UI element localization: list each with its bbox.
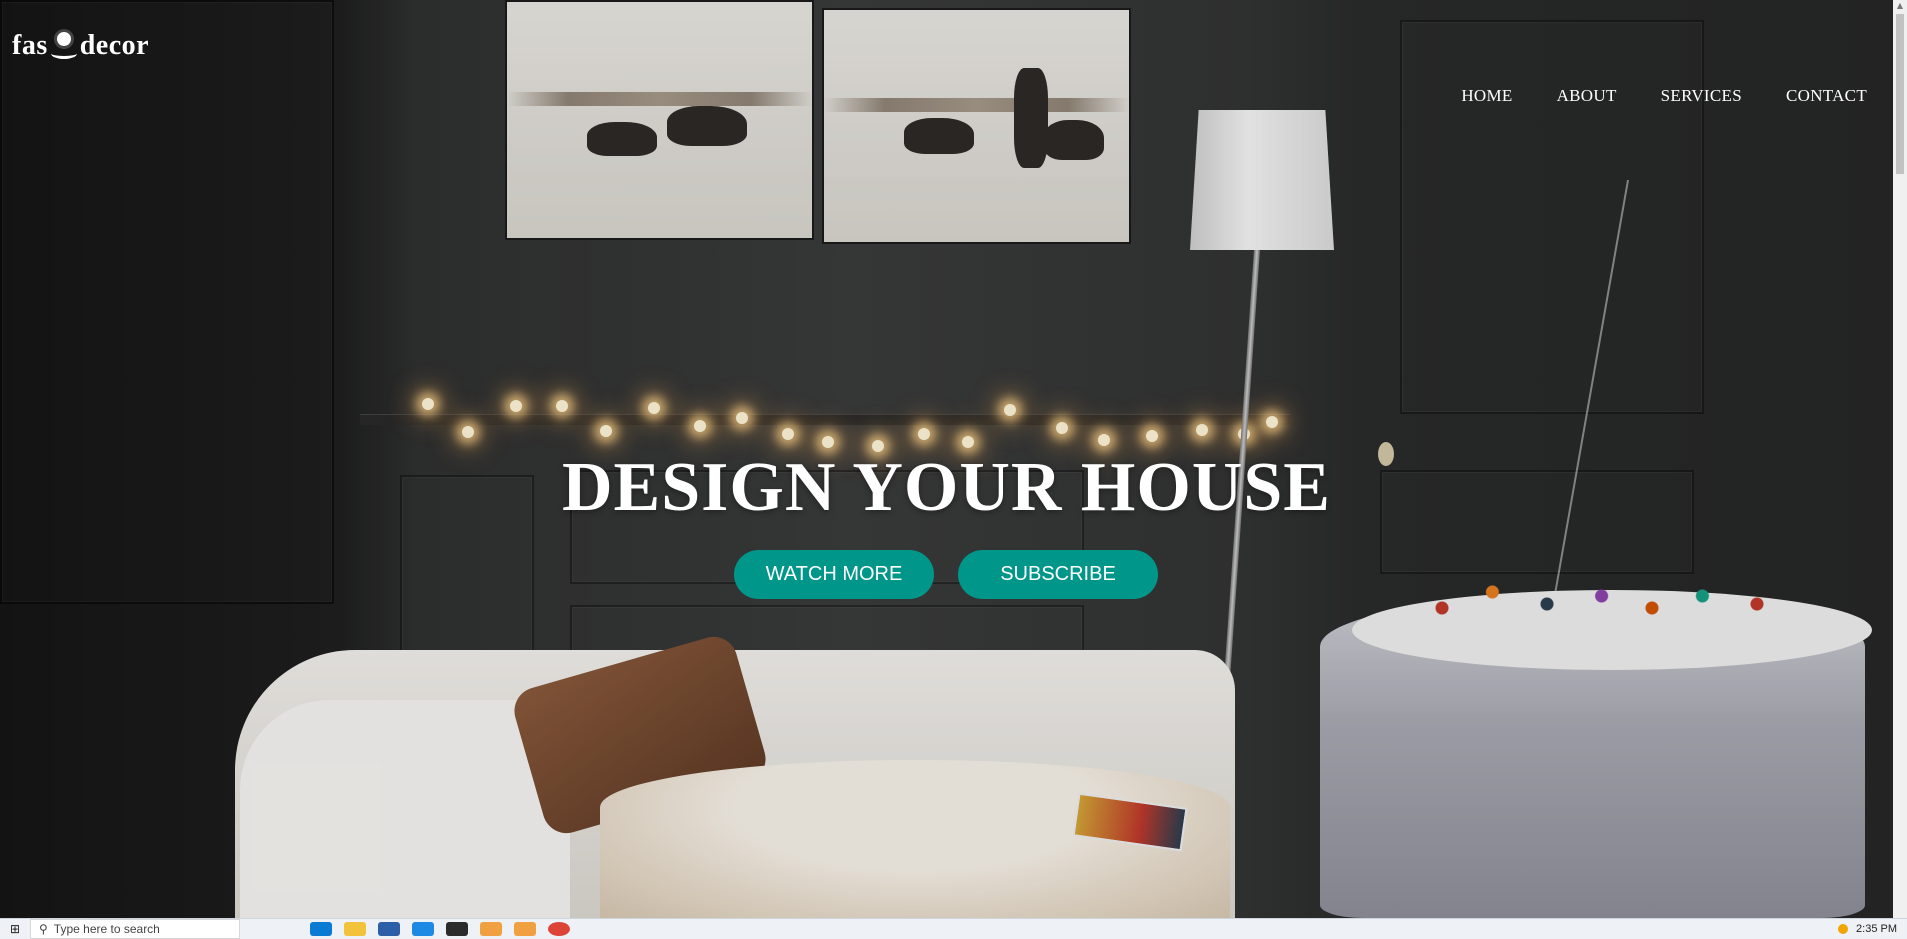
- search-icon: ⚲: [39, 922, 48, 936]
- nav-services[interactable]: SERVICES: [1661, 86, 1742, 106]
- store-icon[interactable]: [378, 922, 400, 936]
- chrome-icon[interactable]: [548, 922, 570, 936]
- scroll-thumb[interactable]: [1896, 14, 1904, 174]
- pinned-app-icon[interactable]: [480, 922, 502, 936]
- nav-home[interactable]: HOME: [1461, 86, 1512, 106]
- windows-start-icon[interactable]: ⊞: [0, 919, 30, 939]
- subscribe-button[interactable]: SUBSCRIBE: [958, 550, 1158, 599]
- system-tray: 2:35 PM: [1838, 923, 1907, 935]
- watch-more-button[interactable]: WATCH MORE: [734, 550, 934, 599]
- nav-contact[interactable]: CONTACT: [1786, 86, 1867, 106]
- taskbar-search-placeholder: Type here to search: [53, 922, 160, 936]
- weather-icon[interactable]: [1838, 924, 1849, 934]
- taskbar-apps: [310, 922, 570, 936]
- terminal-icon[interactable]: [446, 922, 468, 936]
- site-logo[interactable]: fas decor: [12, 28, 149, 62]
- vscode-icon[interactable]: [412, 922, 434, 936]
- scroll-up-arrow-icon[interactable]: ▲: [1893, 0, 1907, 12]
- os-taskbar: ⊞ ⚲ Type here to search 2:35 PM: [0, 918, 1907, 939]
- page-scrollbar[interactable]: ▲: [1893, 0, 1907, 918]
- taskbar-clock[interactable]: 2:35 PM: [1856, 923, 1897, 935]
- hero-title: DESIGN YOUR HOUSE: [562, 449, 1331, 526]
- main-nav: HOME ABOUT SERVICES CONTACT: [1461, 86, 1867, 106]
- edge-icon[interactable]: [310, 922, 332, 936]
- sun-wave-logo-icon: [49, 28, 79, 62]
- hero-buttons: WATCH MORE SUBSCRIBE: [734, 550, 1158, 599]
- logo-text-left: fas: [12, 30, 48, 61]
- file-explorer-icon[interactable]: [344, 922, 366, 936]
- nav-about[interactable]: ABOUT: [1557, 86, 1617, 106]
- taskbar-search-input[interactable]: ⚲ Type here to search: [30, 919, 240, 939]
- pinned-app-icon[interactable]: [514, 922, 536, 936]
- logo-text-right: decor: [79, 30, 150, 61]
